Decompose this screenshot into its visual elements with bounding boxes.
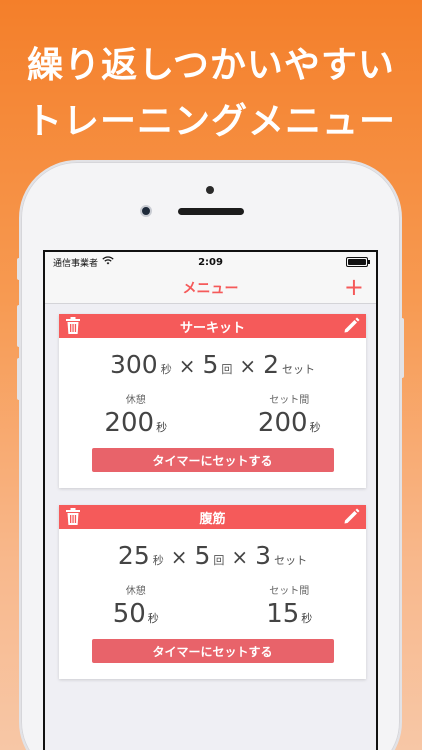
rest-label: 休憩	[125, 395, 146, 406]
set-interval-stat: セット間 15 秒	[213, 582, 367, 629]
pencil-icon[interactable]	[343, 508, 360, 529]
rest-stat: 休憩 200 秒	[59, 391, 213, 438]
carrier-label: 通信事業者	[53, 258, 99, 269]
earpiece	[178, 208, 244, 215]
side-button-left-2	[17, 305, 21, 347]
set-interval-unit: 秒	[309, 421, 321, 434]
menu-name: 腹筋	[199, 511, 226, 527]
times-sign: ×	[170, 545, 188, 569]
rep-unit: 回	[221, 363, 233, 376]
set-interval-label: セット間	[269, 395, 310, 406]
sensor-dot	[206, 186, 214, 194]
rest-stat: 休憩 50 秒	[59, 582, 213, 629]
times-sign: ×	[239, 354, 257, 378]
work-seconds: 25	[117, 541, 150, 570]
set-timer-button[interactable]: タイマーにセットする	[91, 448, 334, 472]
menu-card-header: サーキット	[59, 314, 366, 338]
rep-count: 5	[202, 350, 219, 379]
rest-value: 200	[104, 408, 155, 438]
stats-row: 休憩 50 秒 セット間 15 秒	[59, 582, 366, 629]
workout-formula: 25 秒 × 5 回 × 3 セット	[59, 541, 366, 570]
set-unit: セット	[282, 363, 316, 376]
navigation-bar: メニュー +	[45, 272, 376, 304]
battery-icon	[346, 257, 370, 267]
menu-card: 腹筋 25 秒 × 5 回 × 3 セット 休憩 50 秒 セット間 15 秒 …	[59, 505, 366, 679]
set-interval-label: セット間	[269, 586, 310, 597]
nav-title: メニュー	[182, 280, 239, 297]
rest-unit: 秒	[147, 612, 159, 625]
menu-card-header: 腹筋	[59, 505, 366, 529]
stats-row: 休憩 200 秒 セット間 200 秒	[59, 391, 366, 438]
rest-label: 休憩	[125, 586, 146, 597]
times-sign: ×	[178, 354, 196, 378]
set-count: 2	[263, 350, 280, 379]
rep-unit: 回	[213, 554, 225, 567]
rest-value: 50	[112, 599, 146, 629]
work-seconds: 300	[109, 350, 158, 379]
set-interval-stat: セット間 200 秒	[213, 391, 367, 438]
trash-icon[interactable]	[65, 317, 81, 339]
set-interval-value: 200	[257, 408, 308, 438]
side-button-left-3	[17, 358, 21, 400]
app-screen: 通信事業者 2:09 メニュー + サーキット 300 秒 × 5 回 × 2 …	[43, 250, 378, 750]
status-bar: 通信事業者 2:09	[45, 252, 376, 272]
set-count: 3	[255, 541, 272, 570]
front-camera	[140, 205, 152, 217]
menu-card: サーキット 300 秒 × 5 回 × 2 セット 休憩 200 秒 セット間 …	[59, 314, 366, 488]
side-button-right	[400, 318, 404, 378]
headline-line-2: トレーニングメニュー	[25, 101, 396, 142]
pencil-icon[interactable]	[343, 317, 360, 338]
times-sign: ×	[231, 545, 249, 569]
rep-count: 5	[194, 541, 211, 570]
set-timer-button[interactable]: タイマーにセットする	[91, 639, 334, 663]
headline-line-1: 繰り返しつかいやすい	[27, 45, 395, 86]
side-button-left-1	[17, 258, 21, 280]
work-unit: 秒	[160, 363, 172, 376]
set-interval-unit: 秒	[301, 612, 313, 625]
set-interval-value: 15	[266, 599, 300, 629]
add-menu-button[interactable]: +	[344, 274, 364, 300]
wifi-icon	[102, 256, 114, 268]
trash-icon[interactable]	[65, 508, 81, 530]
rest-unit: 秒	[156, 421, 168, 434]
workout-formula: 300 秒 × 5 回 × 2 セット	[59, 350, 366, 379]
menu-name: サーキット	[179, 320, 245, 336]
work-unit: 秒	[152, 554, 164, 567]
set-unit: セット	[274, 554, 308, 567]
